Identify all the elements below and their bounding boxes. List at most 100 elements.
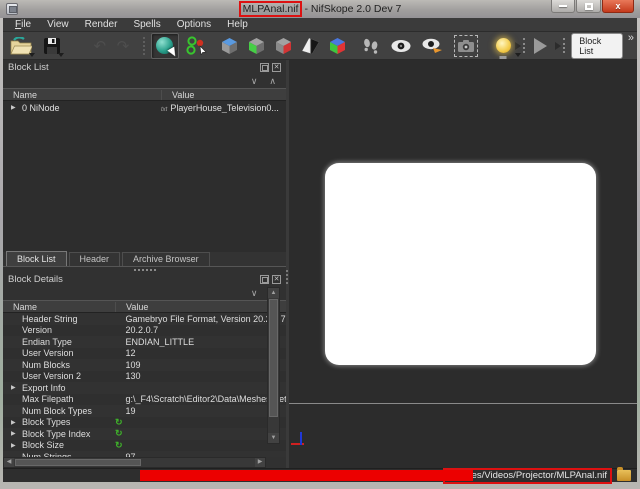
window-controls: x: [550, 0, 634, 13]
column-value[interactable]: Value: [161, 90, 286, 100]
detail-value: 19: [126, 406, 136, 416]
close-button[interactable]: x: [602, 0, 634, 13]
scroll-up-icon[interactable]: [268, 288, 279, 298]
vertical-scrollbar[interactable]: [267, 287, 280, 444]
collapse-all-icon[interactable]: [251, 288, 258, 298]
save-file-button[interactable]: [40, 33, 63, 59]
menu-item[interactable]: Help: [219, 19, 256, 30]
toolbar-separator[interactable]: [143, 37, 149, 55]
column-name[interactable]: Name: [3, 302, 115, 312]
maximize-button[interactable]: [576, 0, 601, 13]
left-dock: Block List Name Value: [3, 60, 286, 468]
expand-all-icon[interactable]: [269, 76, 276, 86]
viewport-3d[interactable]: [289, 60, 637, 468]
detail-row[interactable]: Num Block Types 19: [3, 405, 286, 417]
menu-item[interactable]: View: [39, 19, 77, 30]
detail-name: Num Blocks: [22, 360, 70, 370]
expand-arrow-icon[interactable]: [11, 104, 18, 111]
minimize-icon: [559, 5, 567, 7]
scroll-right-icon[interactable]: [255, 458, 265, 467]
column-value[interactable]: Value: [115, 302, 286, 312]
eye-icon: [390, 39, 412, 53]
toolbar-drag-handle[interactable]: [563, 38, 567, 53]
expand-arrow-icon[interactable]: [11, 419, 18, 426]
menu-item[interactable]: Render: [77, 19, 126, 30]
expand-arrow-icon[interactable]: [11, 384, 18, 391]
detail-value: Gamebryo File Format, Version 20.2.0.7: [126, 314, 286, 324]
detail-row[interactable]: Num Blocks 109: [3, 359, 286, 371]
animation-controls: Block List: [515, 33, 633, 59]
show-hidden-button[interactable]: [420, 33, 445, 59]
refresh-icon: [115, 440, 123, 451]
scrollbar-thumb[interactable]: [15, 459, 141, 466]
detail-row[interactable]: Version 20.2.0.7: [3, 325, 286, 337]
detail-row[interactable]: Max Filepath g:\_F4\Scratch\Editor2\Data…: [3, 394, 286, 406]
menu-item[interactable]: Options: [169, 19, 219, 30]
minimize-button[interactable]: [551, 0, 575, 13]
play-button[interactable]: [531, 33, 550, 59]
detail-name: User Version 2: [22, 371, 81, 381]
show-top-button[interactable]: [218, 33, 241, 59]
block-name: 0 NiNode: [22, 103, 60, 113]
redo-button[interactable]: [112, 33, 133, 59]
scroll-left-icon[interactable]: [4, 458, 14, 467]
dock-tab[interactable]: Archive Browser: [122, 252, 210, 266]
detail-row[interactable]: Endian Type ENDIAN_LITTLE: [3, 336, 286, 348]
folder-icon: [617, 470, 631, 481]
app-icon[interactable]: [6, 3, 18, 15]
screenshot-button[interactable]: [453, 33, 480, 59]
block-details-toolbar: [3, 286, 286, 300]
column-name[interactable]: Name: [3, 90, 161, 100]
panel-close-button[interactable]: [272, 275, 281, 284]
hide-nodes-button[interactable]: [389, 33, 414, 59]
show-front-button[interactable]: [245, 33, 268, 59]
detail-value: 109: [126, 360, 141, 370]
flip-normals-button[interactable]: [299, 33, 322, 59]
save-dropdown-caret[interactable]: [58, 53, 64, 57]
detail-row[interactable]: Block Size: [3, 440, 286, 452]
horizontal-scrollbar[interactable]: [3, 457, 266, 468]
scrollbar-thumb[interactable]: [269, 299, 278, 417]
menu-item[interactable]: File: [7, 19, 39, 30]
detail-row[interactable]: Block Types: [3, 417, 286, 429]
lightbulb-icon: [496, 38, 511, 53]
open-dropdown-caret[interactable]: [29, 53, 35, 57]
detail-value: g:\_F4\Scratch\Editor2\Data\Meshes\SetDr…: [126, 394, 286, 404]
collapse-all-icon[interactable]: [251, 76, 258, 86]
expand-arrow-icon[interactable]: [11, 442, 18, 449]
detail-value: 20.2.0.7: [126, 325, 159, 335]
tv-screen-mesh[interactable]: [325, 163, 596, 365]
detail-name: Block Types: [22, 417, 70, 427]
detail-row[interactable]: Header String Gamebryo File Format, Vers…: [3, 313, 286, 325]
select-mode-button[interactable]: [151, 33, 178, 59]
dock-tab[interactable]: Header: [69, 252, 121, 266]
detail-row[interactable]: User Version 12: [3, 348, 286, 360]
open-file-button[interactable]: [7, 33, 34, 59]
walk-mode-button[interactable]: [359, 33, 382, 59]
panel-title: Block Details: [8, 274, 63, 285]
detail-row[interactable]: Export Info: [3, 382, 286, 394]
menu-item[interactable]: Spells: [125, 19, 168, 30]
detail-value: ENDIAN_LITTLE: [126, 337, 195, 347]
detail-name: Max Filepath: [22, 394, 74, 404]
show-side-button[interactable]: [272, 33, 295, 59]
block-list-row[interactable]: 0 NiNode PlayerHouse_Television0...: [3, 101, 286, 114]
vertex-colors-button[interactable]: [326, 33, 349, 59]
time-slider-handle[interactable]: [523, 38, 527, 53]
detail-row[interactable]: User Version 2 130: [3, 371, 286, 383]
dock-tab[interactable]: Block List: [6, 251, 67, 266]
panel-float-button[interactable]: [260, 63, 269, 72]
panel-float-button[interactable]: [260, 275, 269, 284]
vertex-select-button[interactable]: [185, 33, 210, 59]
lighting-dropdown-caret[interactable]: [515, 53, 521, 57]
detail-value: 12: [126, 348, 136, 358]
block-details-panel-header: Block Details: [3, 272, 286, 286]
view-selector-combo[interactable]: Block List: [571, 33, 623, 59]
lighting-button[interactable]: [492, 33, 515, 59]
titlebar: MLPAnal.nif - NifSkope 2.0 Dev 7 x: [0, 0, 640, 18]
detail-row[interactable]: Block Type Index: [3, 428, 286, 440]
undo-button[interactable]: [89, 33, 110, 59]
scroll-down-icon[interactable]: [268, 433, 279, 443]
expand-arrow-icon[interactable]: [11, 430, 18, 437]
panel-close-button[interactable]: [272, 63, 281, 72]
